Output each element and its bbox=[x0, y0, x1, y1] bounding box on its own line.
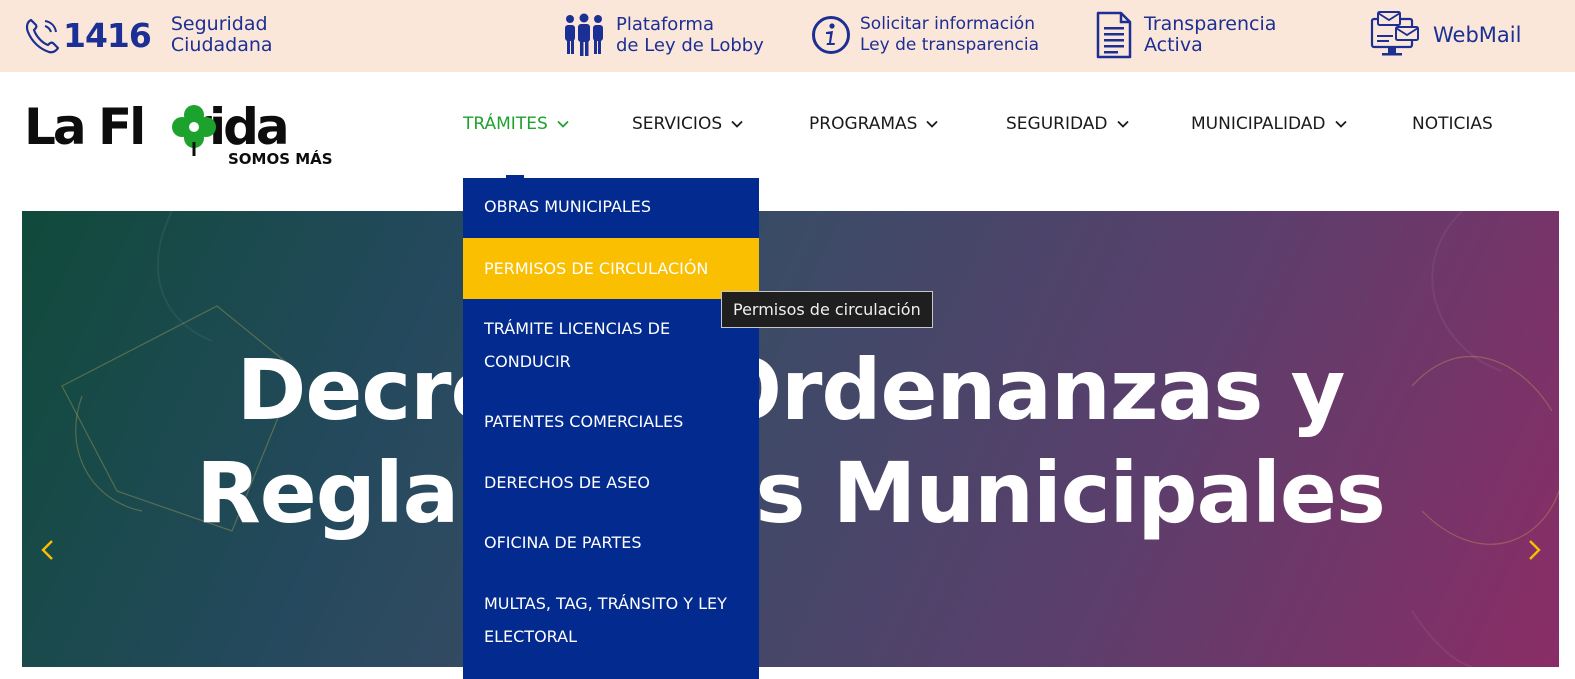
chevron-down-icon bbox=[557, 120, 569, 128]
hero-title-line1: Decretos, Ordenanzas y bbox=[236, 341, 1346, 439]
nav-seguridad-label: SEGURIDAD bbox=[1006, 114, 1108, 134]
hotline-label-line1: Seguridad bbox=[170, 13, 268, 35]
menu-item-oficina-partes[interactable]: OFICINA DE PARTES bbox=[463, 526, 759, 559]
hotline-label: Seguridad Ciudadana bbox=[171, 14, 273, 56]
menu-item-patentes-comerciales[interactable]: PATENTES COMERCIALES bbox=[463, 405, 759, 438]
menu-item-permisos-circulacion[interactable]: PERMISOS DE CIRCULACIÓN bbox=[463, 238, 759, 299]
logo-wordmark-left: La Fl bbox=[24, 98, 146, 156]
nav-tramites-label: TRÁMITES bbox=[463, 114, 548, 134]
webmail-label: WebMail bbox=[1433, 22, 1522, 47]
main-header: La Fl rida SOMOS MÁS TRÁMITES SERVICIOS P… bbox=[0, 72, 1575, 178]
nav-noticias-label: NOTICIAS bbox=[1412, 114, 1493, 134]
document-icon bbox=[1096, 11, 1132, 59]
nav-municipalidad-label: MUNICIPALIDAD bbox=[1191, 114, 1326, 134]
hotline-label-line2: Ciudadana bbox=[170, 34, 273, 56]
nav-programas[interactable]: PROGRAMAS bbox=[809, 114, 939, 134]
information-request-line1: Solicitar información bbox=[860, 14, 1035, 34]
nav-servicios-label: SERVICIOS bbox=[632, 114, 723, 134]
phone-icon bbox=[25, 18, 60, 54]
lobby-label-line1: Plataforma bbox=[616, 14, 714, 35]
chevron-down-icon bbox=[1116, 120, 1129, 128]
lobby-platform-link[interactable]: Plataforma de Ley de Lobby bbox=[562, 13, 764, 57]
transparency-line1: Transparencia bbox=[1144, 13, 1277, 35]
menu-item-licencias-conducir[interactable]: TRÁMITE LICENCIAS DE CONDUCIR bbox=[463, 312, 759, 378]
nav-municipalidad[interactable]: MUNICIPALIDAD bbox=[1191, 114, 1347, 134]
tramites-dropdown-menu: OBRAS MUNICIPALES PERMISOS DE CIRCULACIÓ… bbox=[463, 178, 759, 679]
hero-title-line2: Reglamentos Municipales bbox=[196, 444, 1386, 542]
security-hotline-link[interactable]: 1416 Seguridad Ciudadana bbox=[23, 14, 273, 56]
lobby-label: Plataforma de Ley de Lobby bbox=[616, 14, 764, 56]
webmail-link[interactable]: WebMail bbox=[1370, 11, 1521, 59]
nav-seguridad[interactable]: SEGURIDAD bbox=[1006, 114, 1129, 134]
clover-icon bbox=[172, 105, 216, 156]
site-logo[interactable]: La Fl rida SOMOS MÁS bbox=[24, 100, 364, 170]
transparency-line2: Activa bbox=[1144, 34, 1203, 56]
logo-tagline: SOMOS MÁS bbox=[228, 150, 333, 168]
menu-item-obras-municipales[interactable]: OBRAS MUNICIPALES bbox=[463, 190, 759, 223]
chevron-down-icon bbox=[1334, 120, 1347, 128]
menu-item-multas-tag-transito[interactable]: MULTAS, TAG, TRÁNSITO Y LEY ELECTORAL bbox=[463, 587, 759, 653]
info-icon bbox=[812, 16, 850, 54]
hero-banner: Decretos, Ordenanzas y Reglamentos Munic… bbox=[22, 211, 1559, 667]
people-icon bbox=[565, 13, 603, 56]
menu-item-derechos-aseo[interactable]: DERECHOS DE ASEO bbox=[463, 466, 759, 499]
chevron-right-icon[interactable] bbox=[1520, 536, 1548, 564]
top-bar: 1416 Seguridad Ciudadana Plataforma de L… bbox=[0, 0, 1575, 72]
nav-programas-label: PROGRAMAS bbox=[809, 114, 918, 134]
information-request-line2: Ley de transparencia bbox=[860, 35, 1039, 55]
tooltip: Permisos de circulación bbox=[721, 291, 933, 328]
logo-wordmark: La Fl rida bbox=[24, 98, 290, 156]
computer-mail-icon bbox=[1370, 11, 1419, 56]
hero-title: Decretos, Ordenanzas y Reglamentos Munic… bbox=[22, 339, 1559, 545]
nav-noticias[interactable]: NOTICIAS bbox=[1412, 114, 1493, 134]
active-transparency-label: Transparencia Activa bbox=[1144, 14, 1276, 56]
lobby-label-line2: de Ley de Lobby bbox=[616, 35, 764, 56]
chevron-down-icon bbox=[731, 120, 743, 128]
nav-tramites[interactable]: TRÁMITES bbox=[463, 114, 569, 134]
nav-servicios[interactable]: SERVICIOS bbox=[632, 114, 743, 134]
hotline-number: 1416 bbox=[63, 15, 152, 55]
information-request-link[interactable]: Solicitar información Ley de transparenc… bbox=[811, 14, 1039, 56]
information-request-label: Solicitar información Ley de transparenc… bbox=[860, 14, 1039, 56]
chevron-left-icon[interactable] bbox=[34, 536, 62, 564]
chevron-down-icon bbox=[926, 120, 939, 128]
active-transparency-link[interactable]: Transparencia Activa bbox=[1095, 11, 1276, 59]
